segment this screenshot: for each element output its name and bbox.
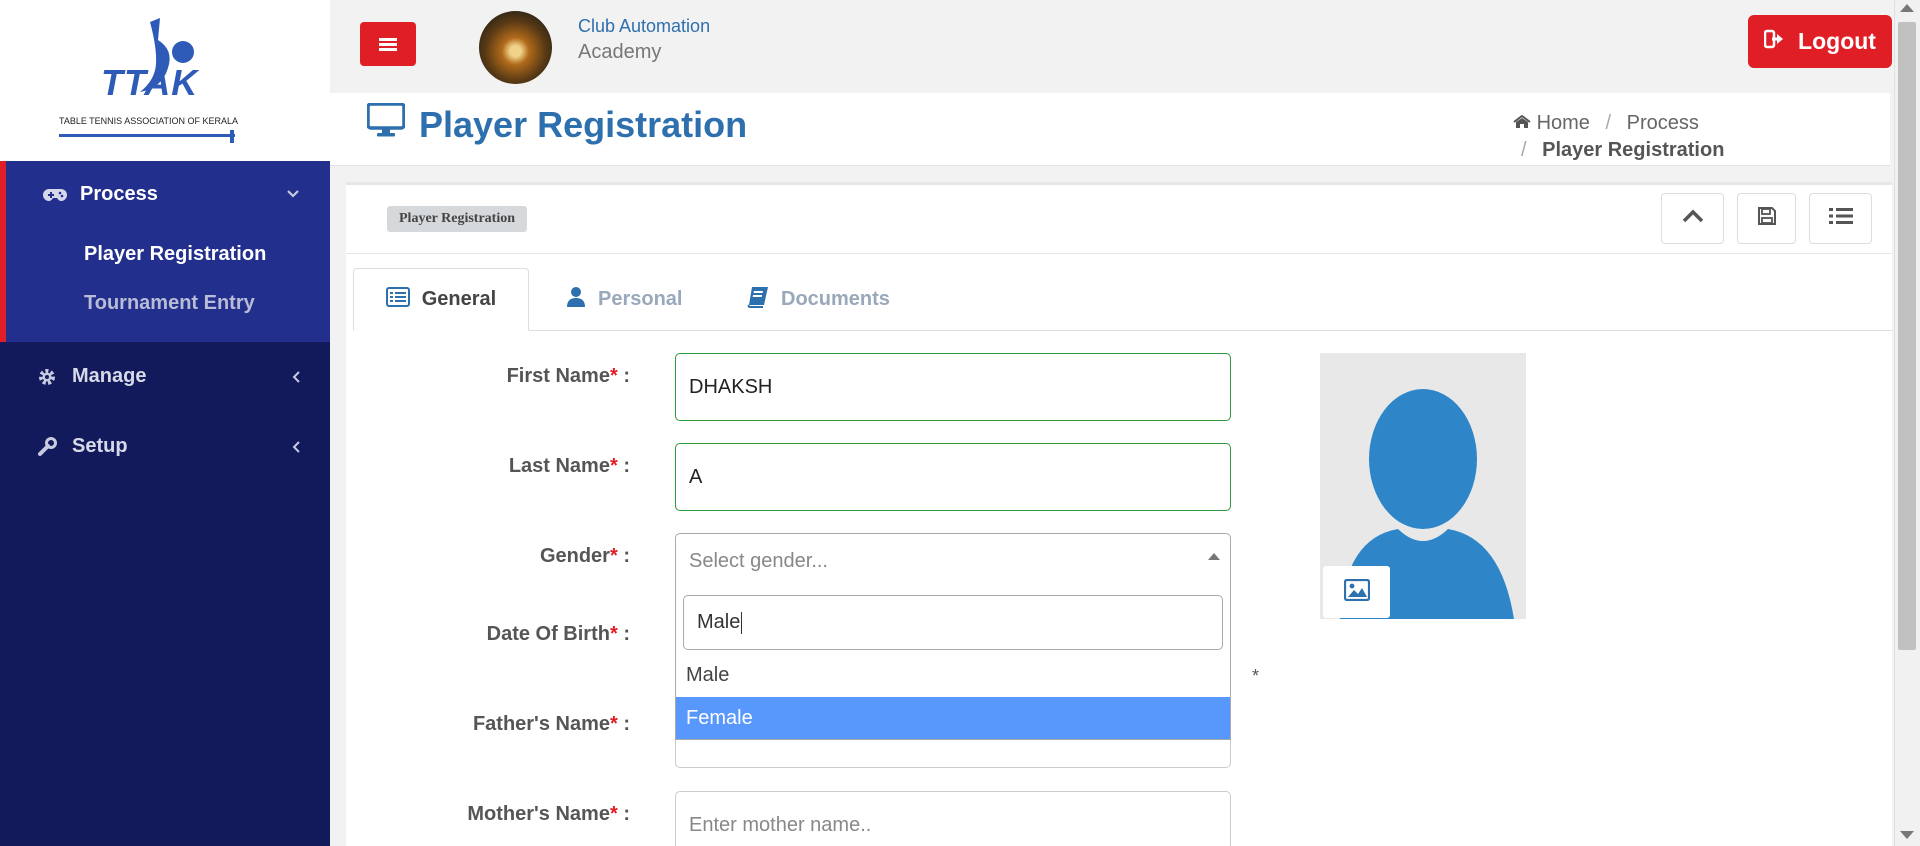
required-marker: *	[1252, 666, 1260, 686]
sign-out-icon	[1763, 28, 1786, 55]
tab-general[interactable]: General	[353, 268, 529, 331]
sidebar-item-manage-label: Manage	[72, 365, 147, 387]
chevron-left-icon[interactable]	[291, 370, 301, 389]
list-view-button[interactable]	[1809, 193, 1872, 244]
chevron-down-icon[interactable]	[286, 186, 300, 204]
sidebar-item-tournament-entry[interactable]: Tournament Entry	[84, 292, 255, 315]
select-caret-icon[interactable]	[1208, 553, 1220, 560]
home-icon	[1513, 112, 1537, 134]
image-icon	[1343, 578, 1370, 606]
chevron-left-icon[interactable]	[291, 440, 301, 459]
chevron-up-icon	[1681, 208, 1705, 229]
top-header	[330, 0, 1890, 93]
menu-toggle-button[interactable]	[360, 22, 416, 66]
first-name-input[interactable]: DHAKSH	[675, 353, 1231, 421]
gender-option-male[interactable]: Male	[676, 654, 1230, 696]
breadcrumb-process[interactable]: Process	[1627, 112, 1699, 134]
scroll-down-arrow[interactable]	[1900, 831, 1914, 839]
list-alt-icon	[385, 286, 410, 313]
scroll-thumb[interactable]	[1898, 22, 1916, 650]
upload-photo-button[interactable]	[1323, 566, 1390, 618]
scroll-up-arrow[interactable]	[1900, 4, 1914, 12]
panel-header-divider	[346, 253, 1892, 254]
dob-label: Date Of Birth* :	[486, 623, 630, 645]
club-name: Club Automation	[578, 16, 711, 36]
sidebar-item-process[interactable]: Process	[42, 183, 158, 206]
sidebar-item-manage[interactable]: Manage	[34, 365, 146, 388]
tab-general-label: General	[421, 288, 497, 310]
gender-label: Gender* :	[539, 545, 630, 567]
tab-personal-label: Personal	[598, 288, 683, 310]
gamepad-icon	[42, 187, 68, 203]
club-type: Academy	[578, 41, 662, 63]
first-name-label: First Name* :	[506, 365, 630, 387]
breadcrumb-current: Player Registration	[1542, 139, 1725, 161]
sidebar-item-setup[interactable]: Setup	[34, 435, 128, 458]
logout-button[interactable]: Logout	[1748, 15, 1892, 68]
gender-select[interactable]: Select gender...	[675, 533, 1231, 589]
breadcrumb-home[interactable]: Home	[1537, 112, 1590, 134]
brand-logo-area[interactable]: TTAK TABLE TENNIS ASSOCIATION OF KERALA	[0, 0, 330, 161]
logo-text: TTAK	[101, 62, 199, 103]
user-icon	[566, 286, 586, 314]
tab-documents[interactable]: Documents	[747, 268, 890, 331]
desktop-icon	[366, 102, 406, 146]
collapse-button[interactable]	[1661, 193, 1724, 244]
gender-option-female[interactable]: Female	[676, 697, 1230, 739]
sidebar-item-player-registration[interactable]: Player Registration	[84, 243, 266, 266]
logo-subtitle: TABLE TENNIS ASSOCIATION OF KERALA	[59, 116, 239, 126]
hamburger-icon	[379, 36, 397, 53]
breadcrumb: Home / Process	[1513, 112, 1699, 135]
breadcrumb-line-2: / Player Registration	[1521, 139, 1725, 161]
tab-personal[interactable]: Personal	[566, 268, 682, 331]
section-tag: Player Registration	[387, 206, 527, 232]
sidebar-item-process-label: Process	[80, 183, 158, 205]
father-name-label: Father's Name* :	[472, 713, 630, 735]
book-icon	[747, 286, 769, 314]
save-button[interactable]	[1737, 193, 1796, 244]
tab-documents-label: Documents	[781, 288, 890, 310]
list-icon	[1828, 206, 1854, 231]
page-title-text: Player Registration	[419, 103, 748, 145]
floppy-disk-icon	[1757, 206, 1777, 231]
gender-search-input[interactable]: Male	[683, 595, 1223, 650]
wrench-icon	[34, 436, 60, 457]
page-title: Player Registration	[366, 102, 748, 146]
sidebar-item-setup-label: Setup	[72, 435, 128, 457]
last-name-input[interactable]: A	[675, 443, 1231, 511]
logout-label: Logout	[1798, 28, 1876, 54]
last-name-label: Last Name* :	[508, 455, 630, 477]
mother-name-input[interactable]: Enter mother name..	[675, 791, 1231, 846]
mother-name-label: Mother's Name* :	[467, 803, 630, 825]
club-avatar	[479, 11, 552, 84]
gear-icon	[34, 367, 60, 387]
